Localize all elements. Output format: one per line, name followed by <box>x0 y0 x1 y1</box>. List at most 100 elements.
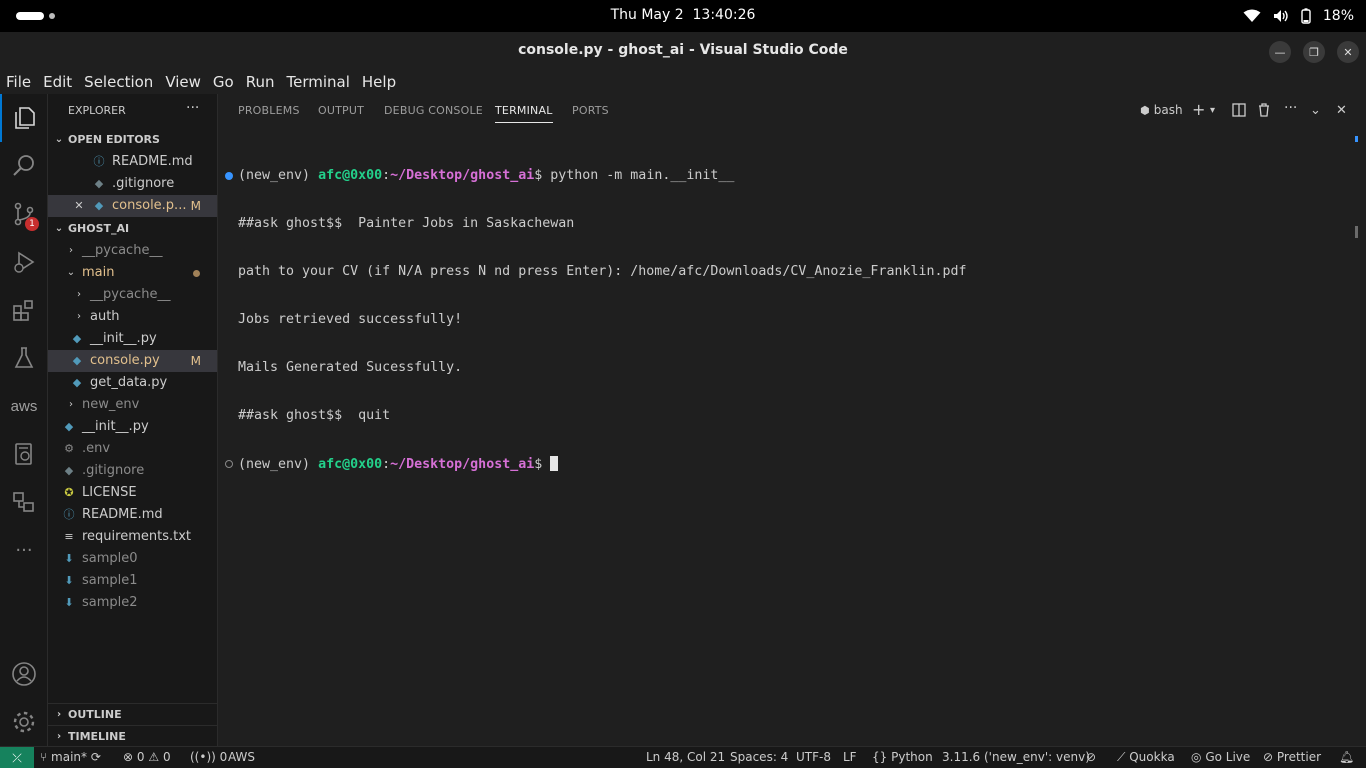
aws-icon: aws <box>10 397 38 415</box>
chevron-right-icon: › <box>77 289 81 300</box>
more-views-button[interactable]: ··· <box>0 526 48 574</box>
open-editor-gitignore[interactable]: ◆ .gitignore <box>48 173 217 195</box>
menu-terminal[interactable]: Terminal <box>281 70 356 94</box>
copilot-status[interactable]: ⊘ <box>1086 750 1096 764</box>
notifications-button[interactable]: 🔔︎ <box>1339 750 1354 764</box>
testing-button[interactable] <box>0 334 48 382</box>
warning-icon: ⚠ <box>148 750 160 764</box>
indentation[interactable]: Spaces: 4 <box>730 750 788 764</box>
files-icon <box>15 107 35 129</box>
tree-file-readme[interactable]: ⓘ README.md <box>48 504 217 526</box>
open-editor-readme[interactable]: ⓘ README.md <box>48 151 217 173</box>
status-bar: ⤫ ⑂ main* ⟳ ⊗ 0 ⚠ 0 ((•)) 0 AWS Ln 48, C… <box>0 746 1366 768</box>
tree-file-license[interactable]: ✪ LICENSE <box>48 482 217 504</box>
extensions-icon <box>13 300 33 321</box>
quokka-status[interactable]: ⟋ Quokka <box>1117 750 1175 765</box>
terminal-cursor <box>550 456 559 471</box>
language-mode[interactable]: {} Python <box>872 750 933 764</box>
close-panel-button[interactable]: ✕ <box>1336 103 1347 118</box>
timeline-header[interactable]: › TIMELINE <box>48 725 217 747</box>
menu-run[interactable]: Run <box>240 70 281 94</box>
maximize-button[interactable]: ❐ <box>1303 41 1325 63</box>
prettier-icon: ⊘ <box>1263 750 1274 764</box>
ports-indicator[interactable]: ((•)) 0 <box>190 750 227 764</box>
branch-indicator[interactable]: ⑂ main* ⟳ <box>40 750 101 764</box>
extensions-button[interactable] <box>0 286 48 334</box>
minimize-button[interactable]: — <box>1269 41 1291 63</box>
source-control-button[interactable]: 1 <box>0 190 48 238</box>
project-header[interactable]: ⌄ GHOST_AI <box>48 218 217 240</box>
tree-file-console[interactable]: ◆ console.py M <box>48 350 217 372</box>
window-title: console.py - ghost_ai - Visual Studio Co… <box>518 42 848 58</box>
close-window-button[interactable]: ✕ <box>1337 41 1359 63</box>
aws-toolkit-button[interactable]: aws <box>0 382 48 430</box>
system-tray[interactable]: 18% <box>1243 5 1354 27</box>
search-button[interactable] <box>0 142 48 190</box>
containers-button[interactable] <box>0 478 48 526</box>
terminal-output[interactable]: (new_env) afc@0x00:~/Desktop/ghost_ai$ p… <box>225 136 967 504</box>
tab-ports[interactable]: PORTS <box>572 104 609 117</box>
run-debug-button[interactable] <box>0 238 48 286</box>
end-of-line[interactable]: LF <box>843 750 857 764</box>
split-terminal-button[interactable] <box>1232 103 1246 121</box>
tree-folder-auth[interactable]: › auth <box>48 306 217 328</box>
error-icon: ⊗ <box>123 750 134 764</box>
tree-folder-main[interactable]: ⌄ main <box>48 262 217 284</box>
panel-more-actions[interactable]: ··· <box>1284 100 1297 116</box>
chevron-right-icon: › <box>77 311 81 322</box>
tree-file-sample2[interactable]: ⬇ sample2 <box>48 592 217 614</box>
explorer-more-actions[interactable]: ··· <box>186 100 199 116</box>
python-interpreter[interactable]: 3.11.6 ('new_env': venv) <box>942 750 1090 764</box>
copilot-icon: ⊘ <box>1086 750 1097 764</box>
tree-folder-main-pycache[interactable]: › __pycache__ <box>48 284 217 306</box>
tree-file-requirements[interactable]: ≡ requirements.txt <box>48 526 217 548</box>
system-clock[interactable]: Thu May 2 13:40:26 <box>0 7 1366 23</box>
remote-explorer-button[interactable] <box>0 430 48 478</box>
cursor-position[interactable]: Ln 48, Col 21 <box>646 750 725 764</box>
prettier-status[interactable]: ⊘ Prettier <box>1263 750 1321 764</box>
problems-indicator[interactable]: ⊗ 0 ⚠ 0 <box>123 750 171 764</box>
remote-indicator-button[interactable]: ⤫ <box>0 747 34 768</box>
tab-debug-console[interactable]: DEBUG CONSOLE <box>384 104 483 117</box>
tab-problems[interactable]: PROBLEMS <box>238 104 300 117</box>
tree-folder-pycache[interactable]: › __pycache__ <box>48 240 217 262</box>
menu-file[interactable]: File <box>0 70 37 94</box>
close-editor-icon[interactable]: ✕ <box>72 195 86 217</box>
open-editors-header[interactable]: ⌄ OPEN EDITORS <box>48 129 217 151</box>
terminal-panel: PROBLEMS OUTPUT DEBUG CONSOLE TERMINAL P… <box>218 94 1366 746</box>
tree-file-sample1[interactable]: ⬇ sample1 <box>48 570 217 592</box>
menu-help[interactable]: Help <box>356 70 402 94</box>
tab-output[interactable]: OUTPUT <box>318 104 364 117</box>
menu-selection[interactable]: Selection <box>78 70 159 94</box>
terminal-shell-selector[interactable]: ⬢ bash <box>1140 103 1183 118</box>
tree-file-env[interactable]: ⚙ .env <box>48 438 217 460</box>
tree-file-sample0[interactable]: ⬇ sample0 <box>48 548 217 570</box>
maximize-panel-button[interactable]: ⌄ <box>1310 103 1321 118</box>
tree-file-root-init[interactable]: ◆ __init__.py <box>48 416 217 438</box>
go-live-button[interactable]: ◎ Go Live <box>1191 750 1250 764</box>
outline-header[interactable]: › OUTLINE <box>48 703 217 725</box>
tab-terminal[interactable]: TERMINAL <box>495 104 553 123</box>
aws-status[interactable]: AWS <box>228 750 255 764</box>
tree-file-main-init[interactable]: ◆ __init__.py <box>48 328 217 350</box>
chevron-right-icon: › <box>69 399 73 410</box>
menu-edit[interactable]: Edit <box>37 70 78 94</box>
download-file-icon: ⬇ <box>64 574 74 587</box>
new-terminal-button[interactable]: + <box>1192 100 1205 119</box>
tree-folder-new-env[interactable]: › new_env <box>48 394 217 416</box>
menu-view[interactable]: View <box>159 70 207 94</box>
accounts-button[interactable] <box>0 650 48 698</box>
tree-file-gitignore[interactable]: ◆ .gitignore <box>48 460 217 482</box>
tree-file-get-data[interactable]: ◆ get_data.py <box>48 372 217 394</box>
kill-terminal-button[interactable] <box>1257 103 1271 121</box>
explorer-button[interactable] <box>0 94 48 142</box>
encoding[interactable]: UTF-8 <box>796 750 831 764</box>
close-icon: ✕ <box>1343 45 1353 59</box>
terminal-scrollbar[interactable] <box>1355 226 1358 238</box>
open-editor-console[interactable]: ✕ ◆ console.p... M <box>48 195 217 217</box>
menu-go[interactable]: Go <box>207 70 240 94</box>
remote-explorer-icon <box>15 443 32 465</box>
modified-dot <box>193 270 200 277</box>
manage-button[interactable] <box>0 698 48 746</box>
terminal-dropdown-button[interactable]: ▾ <box>1210 105 1215 116</box>
